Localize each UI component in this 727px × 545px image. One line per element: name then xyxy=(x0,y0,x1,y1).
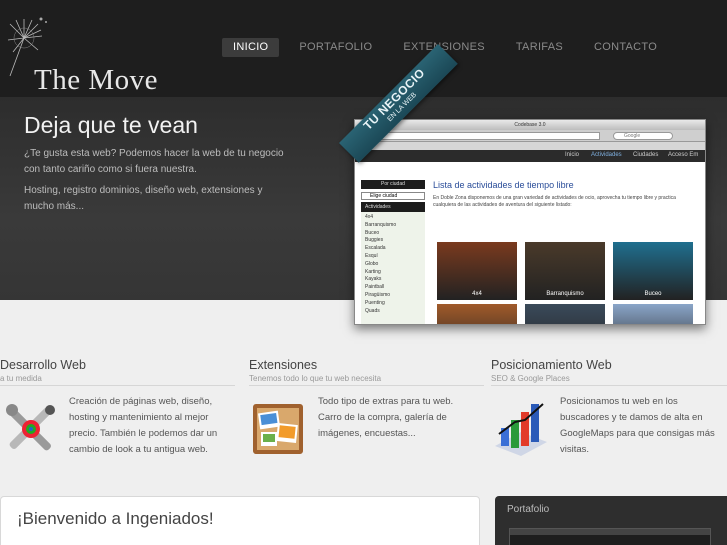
screenshot-activity-item: Esquí xyxy=(365,252,378,259)
screenshot-activity-item: Buceo xyxy=(365,229,380,236)
gallery-board-icon xyxy=(253,404,303,454)
feature-text: Posicionamos tu web en los buscadores y … xyxy=(560,396,715,455)
screenshot-activity-item: Barranquismo xyxy=(365,221,397,228)
screenshot-activity-item: Kayaks xyxy=(365,276,382,283)
screenshot-thumbnail xyxy=(613,304,693,324)
screenshot-activities-title: Actividades xyxy=(361,202,425,212)
screenshot-thumbnail xyxy=(437,304,517,324)
welcome-panel: ¡Bienvenido a Ingeniados! xyxy=(0,496,480,545)
portfolio-panel: Portafolio xyxy=(495,496,727,545)
screenshot-activity-item: Globo xyxy=(365,260,379,267)
feature-title[interactable]: Desarrollo Web xyxy=(0,358,235,372)
portfolio-thumbnail-nav xyxy=(510,529,710,535)
screenshot-thumbnail: 4x4 xyxy=(437,242,517,300)
screenshot-nav-item: Acceso Em xyxy=(668,152,699,158)
portfolio-title[interactable]: Portafolio xyxy=(507,504,549,515)
hero-paragraph-2: Hosting, registro dominios, diseño web, … xyxy=(24,185,263,212)
screenshot-sidebar: Actividades 4x4 Barranquismo Buceo Buggies E… xyxy=(361,202,425,324)
screenshot-activity-item: Escalada xyxy=(365,245,386,252)
screenshot-thumbnail-caption: Buceo xyxy=(644,291,662,297)
site-header: The Move INICIO PORTAFOLIO EXTENSIONES T… xyxy=(0,0,727,97)
screenshot-thumbnail: Barranquismo xyxy=(525,242,605,300)
feature-title[interactable]: Extensiones xyxy=(249,358,484,372)
welcome-title: ¡Bienvenido a Ingeniados! xyxy=(17,509,214,528)
feature-title[interactable]: Posicionamiento Web xyxy=(491,358,727,372)
screenshot-thumbnail: Buceo xyxy=(613,242,693,300)
logo-text: The Move xyxy=(34,64,158,96)
nav-item-tarifas[interactable]: TARIFAS xyxy=(505,38,574,57)
screenshot-body: Por ciudad Elige ciudad Actividades 4x4 B… xyxy=(355,162,705,324)
screenshot-activity-list: 4x4 Barranquismo Buceo Buggies Escalada Esquí… xyxy=(361,212,425,317)
screenshot-nav-item: Actividades xyxy=(591,152,622,158)
nav-item-portafolio[interactable]: PORTAFOLIO xyxy=(288,38,383,57)
screenshot-thumbnail xyxy=(525,304,605,324)
screenshot-nav-item: Ciudades xyxy=(633,152,659,158)
feature-text: Creación de páginas web, diseño, hosting… xyxy=(69,396,218,455)
screenshot-activity-item: Quads xyxy=(365,307,380,314)
logo[interactable]: The Move xyxy=(4,16,204,96)
feature-subtitle: Tenemos todo lo que tu web necesita xyxy=(249,374,484,386)
screenshot-search: Google xyxy=(613,132,673,140)
screenshot-activity-item: Piragüismo xyxy=(365,291,391,298)
screenshot-nav-item: Inicio xyxy=(565,152,580,158)
hero-paragraph-1: ¿Te gusta esta web? Podemos hacer la web… xyxy=(24,148,284,175)
screenshot-url-bar xyxy=(375,132,600,140)
nav-item-contacto[interactable]: CONTACTO xyxy=(583,38,668,57)
screenshot-heading: Lista de actividades de tiempo libre xyxy=(433,180,574,190)
screenshot-city-select: Elige ciudad xyxy=(361,192,425,200)
screenshot-activity-item: Buggies xyxy=(365,237,384,244)
hero-title: Deja que te vean xyxy=(24,112,198,138)
screenshot-city-label: Por ciudad xyxy=(361,180,425,189)
feature-subtitle: SEO & Google Places xyxy=(491,374,727,386)
screenshot-window-title: Codebase 3.0 xyxy=(355,120,705,130)
screenshot-thumbnail-caption: Barranquismo xyxy=(546,291,584,297)
screenshot-activity-item: Puenting xyxy=(365,299,385,306)
main-nav: INICIO PORTAFOLIO EXTENSIONES TARIFAS CO… xyxy=(222,38,677,57)
nav-item-inicio[interactable]: INICIO xyxy=(222,38,280,57)
feature-posicionamiento: Posicionamiento Web SEO & Google Places … xyxy=(491,358,727,456)
screenshot-activity-item: Karting xyxy=(365,268,381,275)
screenshot-activity-item: Paintball xyxy=(365,284,385,291)
feature-extensiones: Extensiones Tenemos todo lo que tu web n… xyxy=(249,358,484,454)
feature-subtitle: a tu medida xyxy=(0,374,235,386)
screenshot-nav: Inicio Actividades Ciudades Acceso Em xyxy=(355,150,705,162)
feature-desarrollo: Desarrollo Web a tu medida Creación de p… xyxy=(0,358,235,455)
portfolio-thumbnail[interactable] xyxy=(509,528,711,545)
tools-icon xyxy=(6,404,55,451)
screenshot-activity-item: 4x4 xyxy=(365,214,374,220)
screenshot-text: En Doble Zona disponemos de una gran var… xyxy=(433,195,676,208)
feature-text: Todo tipo de extras para tu web. Carro d… xyxy=(318,396,454,439)
screenshot-thumbnail-caption: 4x4 xyxy=(472,291,482,297)
website-screenshot[interactable]: Codebase 3.0 Google Inicio Actividades C… xyxy=(354,119,706,325)
bar-chart-icon xyxy=(495,403,547,456)
